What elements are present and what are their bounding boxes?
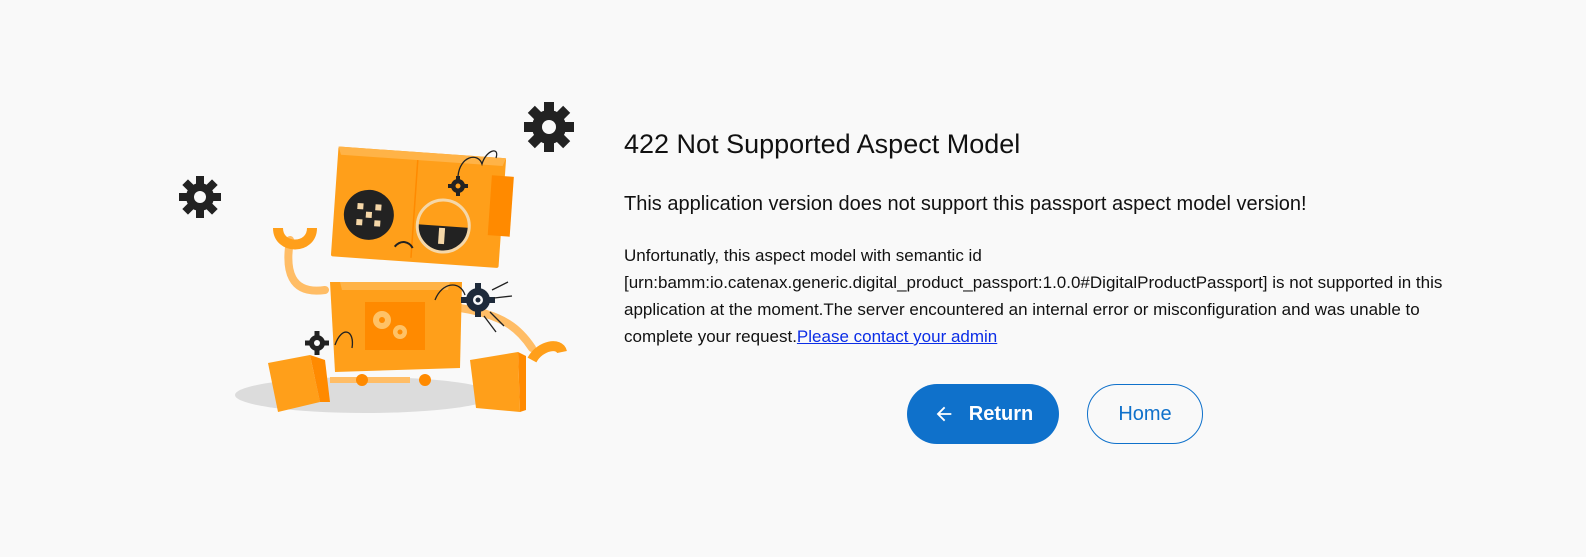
gear-icon (524, 102, 574, 152)
robot-right-foot (470, 352, 526, 412)
arrow-left-icon (936, 406, 952, 422)
return-button-label: Return (968, 402, 1034, 425)
robot-head (331, 146, 514, 268)
gear-icon (305, 331, 329, 355)
broken-robot-illustration (179, 102, 574, 413)
error-description: Unfortunatly, this aspect model with sem… (624, 242, 1484, 350)
contact-admin-link[interactable]: Please contact your admin (797, 327, 997, 346)
home-button[interactable]: Home (1087, 384, 1203, 444)
robot-left-claw (273, 227, 317, 250)
robot-right-arm (456, 304, 536, 352)
error-title: 422 Not Supported Aspect Model (624, 129, 1021, 159)
error-subtitle: This application version does not suppor… (624, 193, 1307, 215)
error-description-text: Unfortunatly, this aspect model with sem… (624, 246, 1443, 346)
return-button[interactable]: Return (907, 384, 1059, 444)
robot-body (330, 282, 462, 372)
error-page: 422 Not Supported Aspect Model This appl… (0, 0, 1586, 557)
action-buttons: Return Home (907, 384, 1203, 444)
robot-right-claw (527, 341, 567, 363)
gear-icon (179, 176, 221, 218)
home-button-label: Home (1118, 402, 1172, 425)
error-content: 422 Not Supported Aspect Model This appl… (624, 120, 1504, 350)
